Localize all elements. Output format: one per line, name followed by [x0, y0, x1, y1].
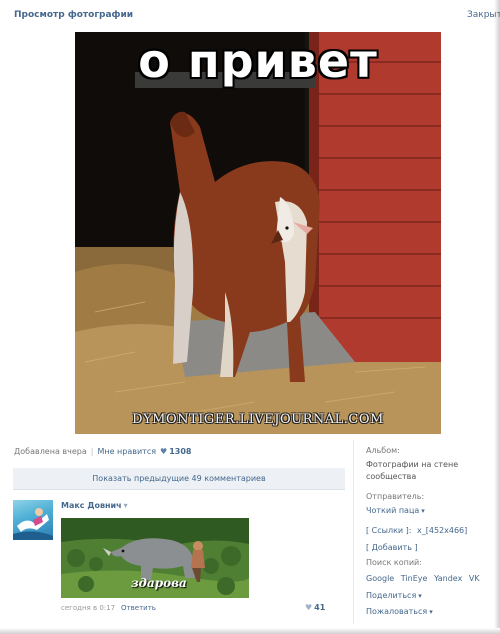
comment-image-text: здарова — [131, 576, 187, 590]
avatar[interactable] — [13, 500, 53, 540]
album-name[interactable]: Фотографии на стене сообщества — [366, 459, 484, 483]
meta-separator: | — [90, 447, 94, 456]
chevron-down-icon[interactable]: ▾ — [418, 592, 422, 600]
show-previous-comments-button[interactable]: Показать предыдущие 49 комментариев — [13, 468, 345, 490]
album-label: Альбом: — [366, 446, 400, 455]
size-link[interactable]: x_[452x466] — [417, 526, 467, 535]
viewer-title: Просмотр фотографии — [14, 10, 134, 20]
heart-icon[interactable]: ♥ — [305, 603, 312, 612]
photo-caption: о привет — [137, 33, 378, 89]
search-tineye-link[interactable]: TinEye — [401, 574, 428, 583]
chevron-down-icon[interactable]: ▾ — [421, 507, 425, 515]
window-shadow-bottom — [0, 628, 500, 634]
comment-image[interactable]: здарова — [61, 518, 249, 598]
comment-date: сегодня в 0:17 — [61, 604, 116, 612]
like-count: 1308 — [169, 447, 192, 456]
heart-icon[interactable]: ♥ — [160, 447, 167, 456]
main-photo[interactable]: о привет DYMONTIGER.LIVEJOURNAL.COM — [75, 32, 441, 434]
add-link[interactable]: [ Добавить ] — [366, 543, 418, 552]
chevron-down-icon[interactable]: ▾ — [429, 608, 433, 616]
search-yandex-link[interactable]: Yandex — [434, 574, 462, 583]
comment-author-name[interactable]: Макс Довнич — [61, 501, 122, 510]
report-link[interactable]: Пожаловаться — [366, 607, 427, 616]
search-copies-label: Поиск копий: — [366, 558, 422, 567]
close-link[interactable]: Закрыть — [467, 10, 500, 20]
comment-item: Макс Довнич ▾ здарова сегодня в 0:17 Отв… — [13, 498, 345, 618]
links-link[interactable]: [ Ссылки ]: — [366, 526, 411, 535]
sender-link[interactable]: Чоткий паца — [366, 506, 419, 515]
comment-like-button[interactable]: ♥ 41 — [305, 603, 325, 612]
comment-author[interactable]: Макс Довнич ▾ — [61, 501, 128, 510]
chevron-down-icon[interactable]: ▾ — [124, 501, 128, 510]
sender-label: Отправитель: — [366, 492, 425, 501]
comment-date-line: сегодня в 0:17 Ответить — [61, 604, 156, 612]
comment-like-count: 41 — [314, 603, 326, 612]
reply-link[interactable]: Ответить — [121, 604, 156, 612]
column-divider — [353, 440, 354, 624]
llama-photo-illustration — [75, 32, 441, 434]
photo-watermark: DYMONTIGER.LIVEJOURNAL.COM — [132, 412, 384, 427]
added-date: Добавлена вчера — [14, 447, 87, 456]
search-vk-link[interactable]: VK — [469, 574, 480, 583]
photo-meta: Добавлена вчера | Мне нравится ♥ 1308 — [14, 447, 191, 456]
window-shadow-right — [494, 0, 500, 634]
search-google-link[interactable]: Google — [366, 574, 394, 583]
photo-viewer-window: Просмотр фотографии Закрыть — [0, 0, 500, 634]
viewer-header: Просмотр фотографии Закрыть — [0, 0, 500, 28]
like-link[interactable]: Мне нравится — [97, 447, 156, 456]
avatar-picture-icon — [13, 508, 53, 540]
share-link[interactable]: Поделиться — [366, 591, 416, 600]
